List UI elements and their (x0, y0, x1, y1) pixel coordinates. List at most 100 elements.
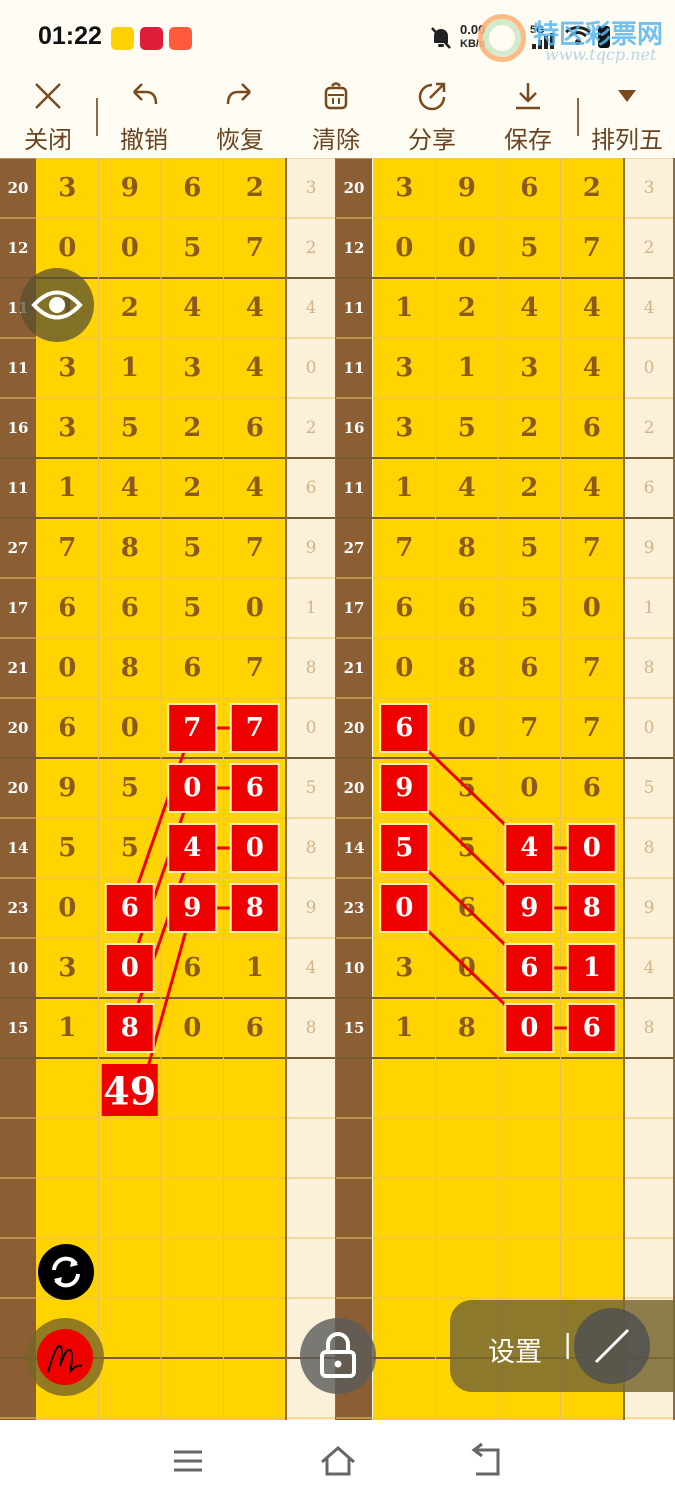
right-cell-digit: 7 (583, 233, 601, 263)
right-row-sum: 11 (344, 479, 365, 497)
left-cell-digit: 4 (246, 473, 264, 503)
right-row-sum: 20 (344, 179, 365, 197)
left-row-sum: 11 (8, 479, 29, 497)
right-cell-digit: 3 (395, 173, 413, 203)
left-cell-digit: 7 (246, 533, 264, 563)
share-button[interactable]: 分享 (392, 74, 472, 158)
menu-button[interactable] (168, 1444, 208, 1478)
left-cell-digit: 1 (58, 473, 76, 503)
left-cell-digit: 5 (121, 773, 139, 803)
right-cell-digit: 0 (458, 713, 476, 743)
right-marked-digit: 6 (395, 713, 413, 743)
right-row-sum: 27 (344, 539, 365, 557)
right-marked-digit: 1 (583, 953, 601, 983)
left-extra-value: 6 (306, 478, 317, 498)
right-cell-digit: 0 (458, 233, 476, 263)
left-cell-digit: 6 (58, 593, 76, 623)
right-cell-digit: 2 (520, 473, 538, 503)
right-row-sum: 11 (344, 359, 365, 377)
left-row-sum: 27 (8, 539, 29, 557)
pen-tool-button[interactable] (26, 1318, 104, 1396)
left-row-sum: 12 (8, 239, 29, 257)
left-cell-digit: 7 (58, 533, 76, 563)
left-cell-digit: 5 (121, 833, 139, 863)
redo-button[interactable]: 恢复 (200, 74, 280, 158)
left-marked-digit: 8 (121, 1013, 139, 1043)
left-cell-digit: 8 (121, 533, 139, 563)
right-cell-digit: 3 (395, 353, 413, 383)
meituan-app-icon (111, 27, 134, 50)
menu-icon (174, 1450, 202, 1472)
right-row-sum: 17 (344, 599, 365, 617)
trend-board[interactable]: 2039623120057211124441131340163526211142… (0, 158, 675, 1420)
left-row-sum: 20 (8, 179, 29, 197)
eye-toggle-button[interactable] (20, 268, 94, 342)
left-cell-digit: 8 (121, 653, 139, 683)
right-cell-digit: 6 (583, 773, 601, 803)
close-label: 关闭 (24, 126, 72, 154)
mode-label: 排列五 (591, 126, 663, 154)
annotation-value: 49 (103, 1069, 156, 1114)
right-cell-digit: 1 (395, 473, 413, 503)
left-marked-digit: 8 (246, 893, 264, 923)
clear-label: 清除 (312, 126, 360, 154)
right-cell-digit: 0 (395, 233, 413, 263)
right-extra-value: 5 (644, 778, 655, 798)
left-extra-value: 8 (306, 1018, 317, 1038)
right-extra-value: 4 (644, 298, 655, 318)
right-marked-digit: 4 (520, 833, 538, 863)
right-cell-digit: 4 (520, 293, 538, 323)
right-cell-digit: 4 (583, 353, 601, 383)
left-cell-digit: 2 (183, 473, 201, 503)
refresh-icon (52, 1256, 80, 1288)
settings-panel: 设置 | (450, 1300, 675, 1392)
clear-button[interactable]: 清除 (296, 74, 376, 158)
lock-button[interactable] (300, 1318, 376, 1394)
left-marked-digit: 6 (246, 773, 264, 803)
back-button[interactable] (466, 1442, 508, 1482)
right-cell-digit: 2 (520, 413, 538, 443)
status-bar: 01:22 0.00 KB/s 5G 特区彩票网 www.tqcp.net (0, 0, 675, 74)
left-cell-digit: 6 (246, 1013, 264, 1043)
close-button[interactable]: 关闭 (8, 74, 88, 158)
right-cell-digit: 6 (520, 173, 538, 203)
right-cell-digit: 6 (395, 593, 413, 623)
home-button[interactable] (316, 1442, 360, 1482)
right-row-sum: 23 (344, 899, 365, 917)
left-extra-value: 9 (306, 898, 317, 918)
undo-button[interactable]: 撤销 (104, 74, 184, 158)
settings-button[interactable]: 设置 (488, 1330, 542, 1369)
download-icon (516, 83, 540, 110)
left-marked-digit: 7 (246, 713, 264, 743)
left-marked-digit: 6 (121, 893, 139, 923)
right-cell-digit: 7 (583, 533, 601, 563)
line-tool-button[interactable] (574, 1308, 650, 1384)
right-row-sum: 15 (344, 1019, 365, 1037)
left-marked-digit: 0 (121, 953, 139, 983)
share-icon (418, 82, 446, 111)
right-marked-digit: 9 (520, 893, 538, 923)
left-row-sum: 14 (8, 839, 29, 857)
right-marked-digit: 0 (395, 893, 413, 923)
left-extra-value: 0 (306, 358, 317, 378)
right-marked-digit: 0 (583, 833, 601, 863)
left-cell-digit: 0 (121, 233, 139, 263)
left-extra-value: 4 (306, 298, 317, 318)
save-button[interactable]: 保存 (488, 74, 568, 158)
left-cell-digit: 0 (58, 893, 76, 923)
refresh-button[interactable] (38, 1244, 94, 1300)
mode-select-button[interactable]: 排列五 (584, 74, 670, 158)
left-cell-digit: 2 (121, 293, 139, 323)
right-extra-value: 8 (644, 838, 655, 858)
right-row-sum: 21 (344, 659, 365, 677)
redo-icon (226, 83, 251, 105)
right-cell-digit: 0 (520, 773, 538, 803)
left-cell-digit: 5 (183, 593, 201, 623)
left-cell-digit: 3 (58, 173, 76, 203)
right-extra-value: 8 (644, 658, 655, 678)
left-cell-digit: 0 (246, 593, 264, 623)
right-marked-digit: 6 (583, 1013, 601, 1043)
right-cell-digit: 8 (458, 1013, 476, 1043)
right-row-sum: 20 (344, 779, 365, 797)
save-label: 保存 (504, 126, 552, 154)
